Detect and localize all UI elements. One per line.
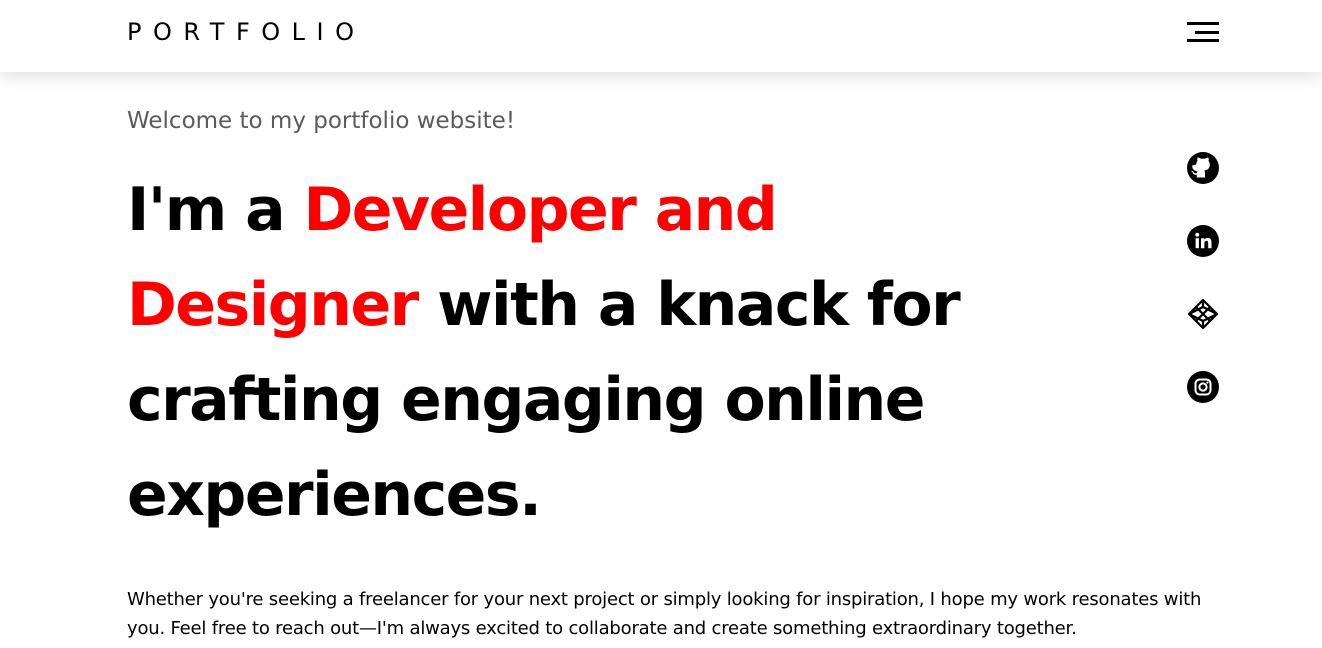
navbar: PORTFOLIO xyxy=(0,0,1322,72)
codepen-link[interactable] xyxy=(1187,298,1219,330)
menu-line-top xyxy=(1187,22,1219,25)
menu-line-bottom xyxy=(1187,39,1219,42)
linkedin-icon xyxy=(1187,225,1219,257)
codepen-icon xyxy=(1187,298,1219,330)
instagram-link[interactable] xyxy=(1187,371,1219,403)
linkedin-link[interactable] xyxy=(1187,225,1219,257)
github-icon xyxy=(1187,152,1219,184)
github-link[interactable] xyxy=(1187,152,1219,184)
headline-prefix: I'm a xyxy=(127,175,304,245)
intro-paragraph: Whether you're seeking a freelancer for … xyxy=(127,589,1202,639)
menu-line-middle xyxy=(1195,31,1219,34)
site-logo[interactable]: PORTFOLIO xyxy=(127,18,366,46)
instagram-icon xyxy=(1187,371,1219,403)
welcome-text: Welcome to my portfolio website! xyxy=(127,108,516,134)
hamburger-menu-icon[interactable] xyxy=(1187,22,1219,44)
hero-headline: I'm a Developer and Designer with a knac… xyxy=(127,163,1027,543)
